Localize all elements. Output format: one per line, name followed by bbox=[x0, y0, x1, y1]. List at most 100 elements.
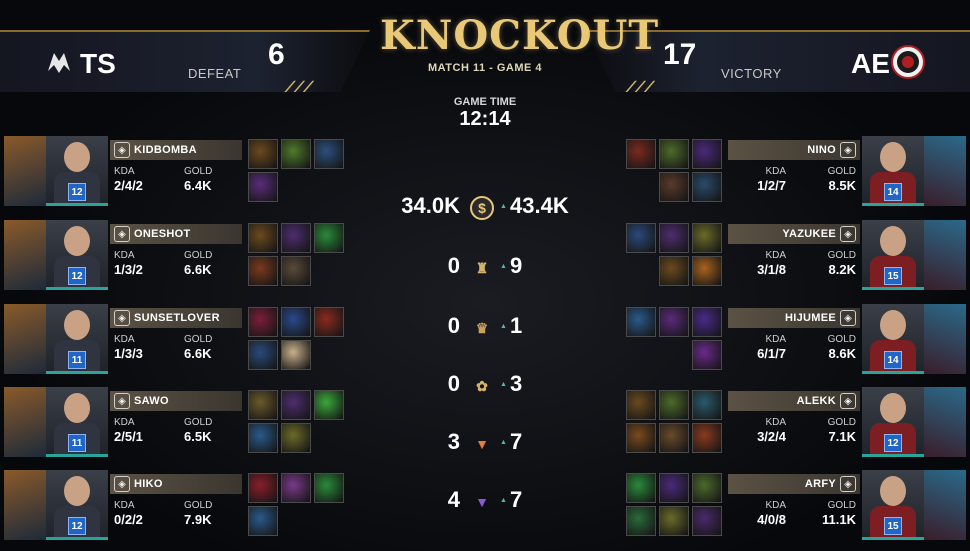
equipment-item-icon bbox=[248, 473, 278, 503]
left-player-row: 11 ◈ SAWO KDA 2/5/1 GOLD 6.5K bbox=[4, 387, 354, 457]
equipment-item-icon bbox=[248, 256, 278, 286]
mid-lane-icon: ◈ bbox=[114, 310, 130, 326]
player-name: HIKO bbox=[134, 478, 163, 490]
jungle-icon: ◈ bbox=[114, 393, 130, 409]
objective-row: 4 ▼ ▲ 7 bbox=[370, 487, 600, 521]
game-time-label: GAME TIME bbox=[453, 96, 517, 108]
kda-label: KDA bbox=[114, 417, 135, 428]
ae-logo-icon bbox=[891, 45, 925, 79]
left-objective-value: 4 bbox=[447, 487, 460, 512]
gold-value: 7.1K bbox=[828, 429, 856, 444]
gold-lane-icon: ◈ bbox=[840, 476, 856, 492]
right-objective-value: 1 bbox=[510, 313, 523, 338]
left-team-header: TS DEFEAT 6 ⟋⟋⟋ bbox=[0, 30, 370, 92]
equipment-item-icon bbox=[692, 473, 722, 503]
kda-value: 3/1/8 bbox=[757, 262, 786, 277]
player-head bbox=[64, 226, 90, 256]
kda-value: 2/5/1 bbox=[114, 429, 143, 444]
equipment-item-icon bbox=[626, 423, 656, 453]
gold-value: 6.5K bbox=[184, 429, 212, 444]
equipment-item-icon bbox=[314, 139, 344, 169]
equipment-item-icon bbox=[692, 340, 722, 370]
player-name: YAZUKEE bbox=[782, 228, 836, 240]
equipment-item-icon bbox=[248, 223, 278, 253]
advantage-indicator-icon: ▲ bbox=[500, 497, 507, 504]
kda-value: 6/1/7 bbox=[757, 346, 786, 361]
equipment-item-icon bbox=[281, 139, 311, 169]
equipment-item-icon bbox=[314, 390, 344, 420]
left-player-row: 12 ◈ ONESHOT KDA 1/3/2 GOLD 6.6K bbox=[4, 220, 354, 290]
equipment-item-icon bbox=[659, 390, 689, 420]
advantage-indicator-icon: ▲ bbox=[500, 381, 507, 388]
kda-label: KDA bbox=[114, 334, 135, 345]
player-head bbox=[880, 226, 906, 256]
equipment-item-icon bbox=[692, 307, 722, 337]
gold-label: GOLD bbox=[184, 417, 213, 428]
item-grid bbox=[622, 139, 722, 202]
hero-level-badge: 14 bbox=[884, 351, 902, 369]
equipment-item-icon bbox=[281, 223, 311, 253]
hero-portrait bbox=[4, 470, 46, 540]
equipment-item-icon bbox=[659, 139, 689, 169]
item-grid bbox=[248, 223, 348, 286]
right-player-row: 12 ◈ ALEKK KDA 3/2/4 GOLD 7.1K bbox=[616, 387, 966, 457]
equipment-item-icon bbox=[281, 307, 311, 337]
player-name-box: ◈ ARFY bbox=[728, 474, 860, 494]
equipment-item-icon bbox=[281, 256, 311, 286]
kda-label: KDA bbox=[765, 417, 786, 428]
right-objective-value: 7 bbox=[510, 429, 523, 454]
player-name-box: ◈ YAZUKEE bbox=[728, 224, 860, 244]
hero-level-badge: 15 bbox=[884, 517, 902, 535]
right-objective-value: 9 bbox=[510, 253, 523, 278]
equipment-item-icon bbox=[659, 473, 689, 503]
right-objective-value: 3 bbox=[510, 371, 523, 396]
purple-crest-icon: ▼ bbox=[475, 494, 489, 510]
equipment-item-icon bbox=[659, 256, 689, 286]
player-head bbox=[64, 142, 90, 172]
game-time-value: 12:14 bbox=[459, 108, 511, 130]
item-grid bbox=[248, 390, 348, 453]
kda-value: 4/0/8 bbox=[757, 512, 786, 527]
item-grid bbox=[622, 473, 722, 536]
left-team-kills: 6 bbox=[268, 38, 285, 71]
advantage-indicator-icon: ▲ bbox=[500, 323, 507, 330]
left-player-row: 12 ◈ HIKO KDA 0/2/2 GOLD 7.9K bbox=[4, 470, 354, 540]
player-name: ONESHOT bbox=[134, 228, 191, 240]
player-name-box: ◈ SAWO bbox=[110, 391, 242, 411]
jungle-icon: ◈ bbox=[840, 393, 856, 409]
objective-row: 0 ✿ ▲ 3 bbox=[370, 371, 600, 405]
gold-value: 6.4K bbox=[184, 178, 212, 193]
gold-label: GOLD bbox=[827, 417, 856, 428]
hero-level-badge: 12 bbox=[68, 183, 86, 201]
hero-level-badge: 14 bbox=[884, 183, 902, 201]
gold-value: 11.1K bbox=[822, 512, 856, 527]
hero-portrait bbox=[924, 304, 966, 374]
gold-label: GOLD bbox=[184, 334, 213, 345]
right-objective-value: 7 bbox=[510, 487, 523, 512]
right-team-result: VICTORY bbox=[721, 66, 782, 81]
gold-label: GOLD bbox=[184, 166, 213, 177]
right-team-kills: 17 bbox=[663, 38, 697, 71]
player-photo: 12 bbox=[46, 220, 108, 290]
left-objective-value: 0 bbox=[447, 371, 460, 396]
equipment-item-icon bbox=[692, 423, 722, 453]
turtle-icon: ✿ bbox=[476, 377, 488, 394]
equipment-item-icon bbox=[248, 423, 278, 453]
kda-label: KDA bbox=[765, 250, 786, 261]
roam-icon: ◈ bbox=[114, 226, 130, 242]
gold-label: GOLD bbox=[827, 334, 856, 345]
hero-level-badge: 11 bbox=[68, 351, 86, 369]
hero-portrait bbox=[924, 136, 966, 206]
roam-icon: ◈ bbox=[840, 226, 856, 242]
equipment-item-icon bbox=[281, 423, 311, 453]
hero-level-badge: 12 bbox=[884, 434, 902, 452]
hero-portrait bbox=[924, 387, 966, 457]
player-photo: 11 bbox=[46, 304, 108, 374]
objective-row: 3 ▼ ▲ 7 bbox=[370, 429, 600, 463]
item-grid bbox=[248, 139, 348, 202]
equipment-item-icon bbox=[626, 506, 656, 536]
player-name: ARFY bbox=[804, 478, 836, 490]
equipment-item-icon bbox=[248, 172, 278, 202]
player-head bbox=[880, 142, 906, 172]
equipment-item-icon bbox=[659, 172, 689, 202]
